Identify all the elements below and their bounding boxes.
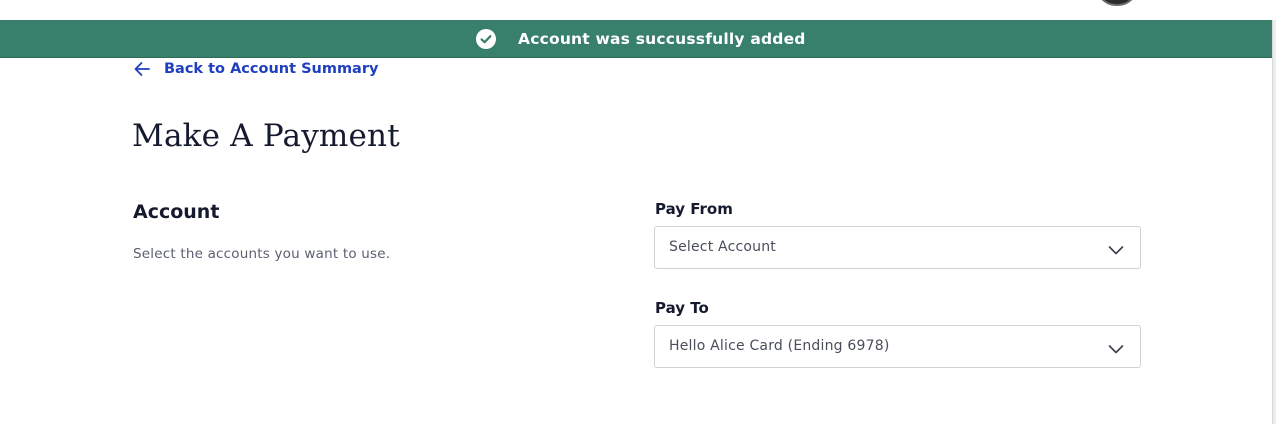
page: Account was succussfully added Back to A…	[0, 0, 1276, 424]
pay-from-select[interactable]: Select Account	[654, 226, 1141, 269]
chevron-down-icon	[1108, 340, 1124, 354]
avatar[interactable]	[1096, 0, 1138, 6]
toast-message: Account was succussfully added	[518, 30, 806, 48]
back-to-account-summary-link[interactable]: Back to Account Summary	[133, 58, 378, 80]
top-header-strip	[0, 0, 1276, 20]
pay-to-selected-value: Hello Alice Card (Ending 6978)	[669, 338, 890, 354]
scrollbar[interactable]	[1272, 20, 1276, 424]
back-link-label: Back to Account Summary	[164, 61, 379, 77]
pay-from-label: Pay From	[655, 200, 733, 218]
pay-to-select[interactable]: Hello Alice Card (Ending 6978)	[654, 325, 1141, 368]
chevron-down-icon	[1108, 241, 1124, 255]
page-title: Make A Payment	[132, 118, 400, 154]
check-circle-icon	[476, 29, 496, 49]
toast-content: Account was succussfully added	[476, 28, 806, 50]
account-section-description: Select the accounts you want to use.	[133, 246, 391, 262]
success-toast: Account was succussfully added	[0, 20, 1272, 57]
pay-from-selected-value: Select Account	[669, 239, 776, 255]
pay-to-label: Pay To	[655, 299, 709, 317]
arrow-left-icon	[133, 60, 151, 78]
account-section-title: Account	[133, 201, 220, 223]
